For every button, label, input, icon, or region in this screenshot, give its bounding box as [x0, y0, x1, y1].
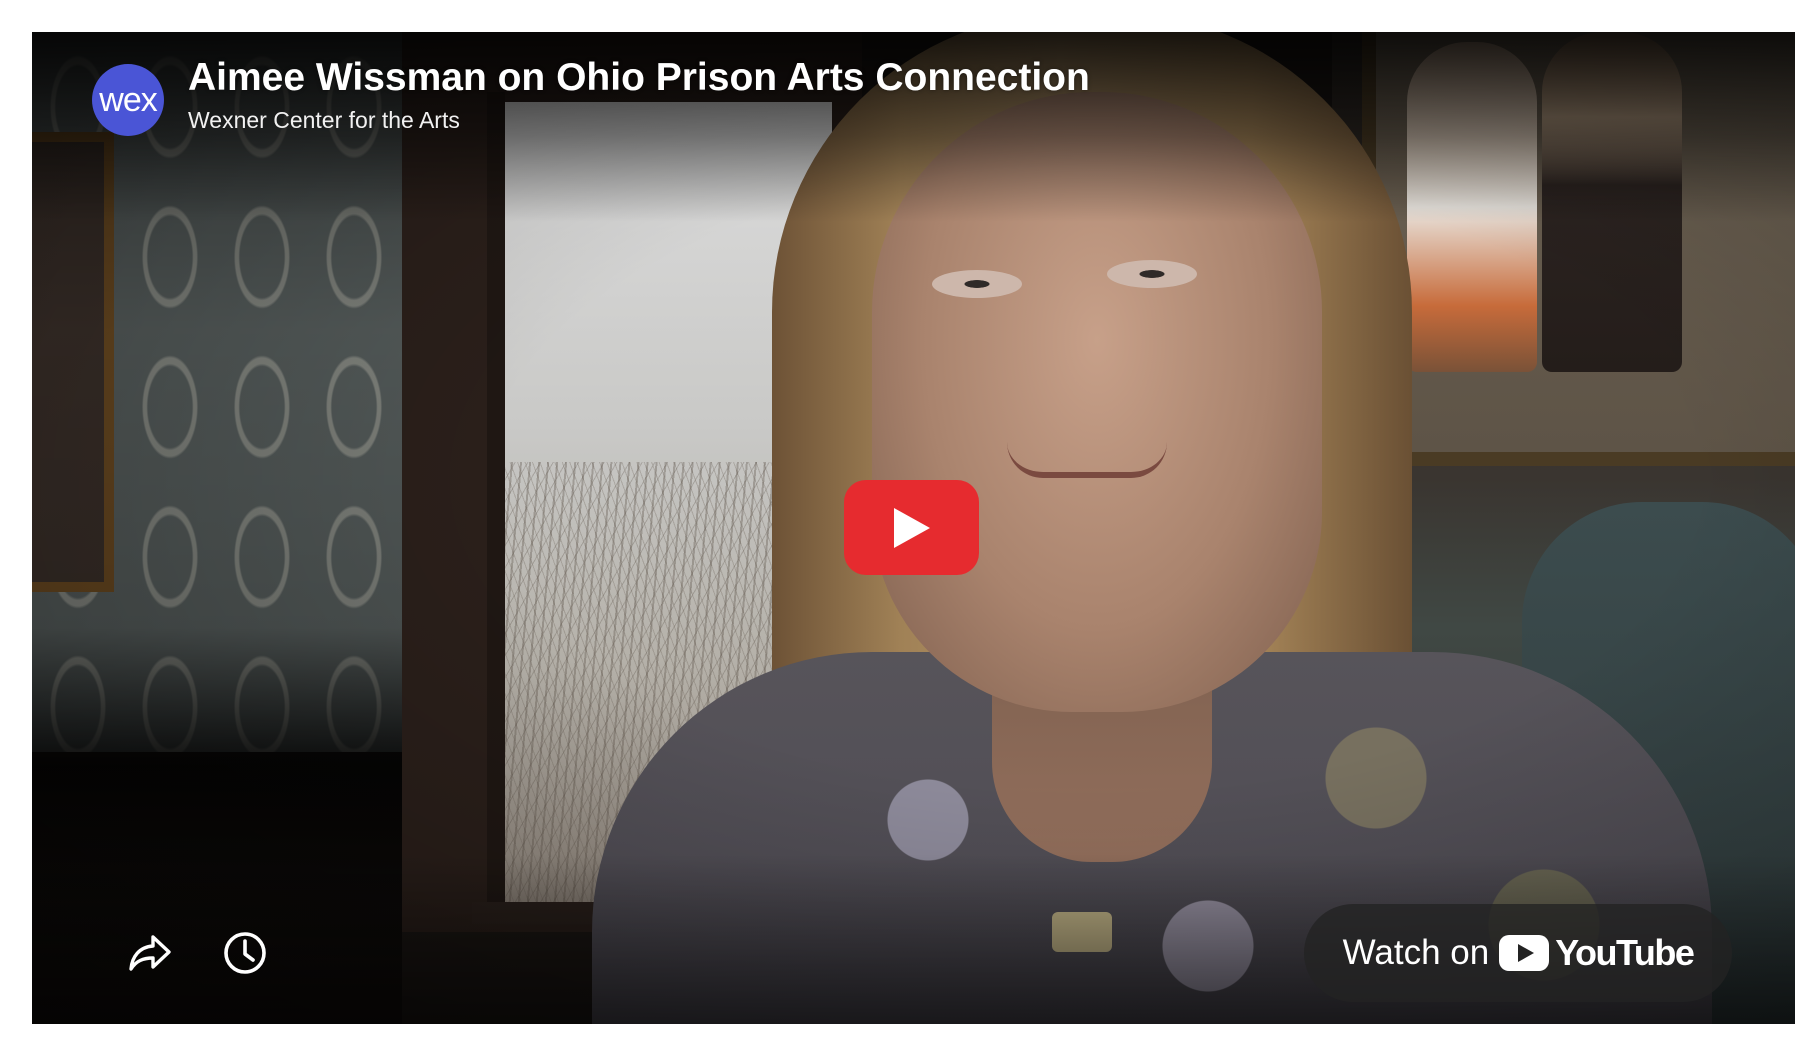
youtube-wordmark: YouTube: [1555, 932, 1695, 973]
play-icon: [893, 507, 930, 548]
video-title[interactable]: Aimee Wissman on Ohio Prison Arts Connec…: [188, 56, 1090, 100]
channel-avatar-text: wex: [99, 80, 157, 119]
channel-avatar[interactable]: wex: [92, 64, 164, 136]
watch-on-youtube-button[interactable]: Watch on YouTube: [1304, 904, 1732, 1002]
clock-icon: [224, 932, 266, 974]
watch-on-label: Watch on: [1342, 933, 1490, 972]
share-button[interactable]: [122, 925, 178, 981]
watch-later-button[interactable]: [217, 925, 273, 981]
youtube-embed-player[interactable]: wex Aimee Wissman on Ohio Prison Arts Co…: [32, 32, 1795, 1024]
play-button[interactable]: [844, 480, 979, 575]
youtube-play-icon: [1499, 935, 1550, 971]
channel-name[interactable]: Wexner Center for the Arts: [188, 107, 460, 134]
youtube-logo: YouTube: [1499, 932, 1695, 974]
share-arrow-icon: [129, 935, 171, 971]
